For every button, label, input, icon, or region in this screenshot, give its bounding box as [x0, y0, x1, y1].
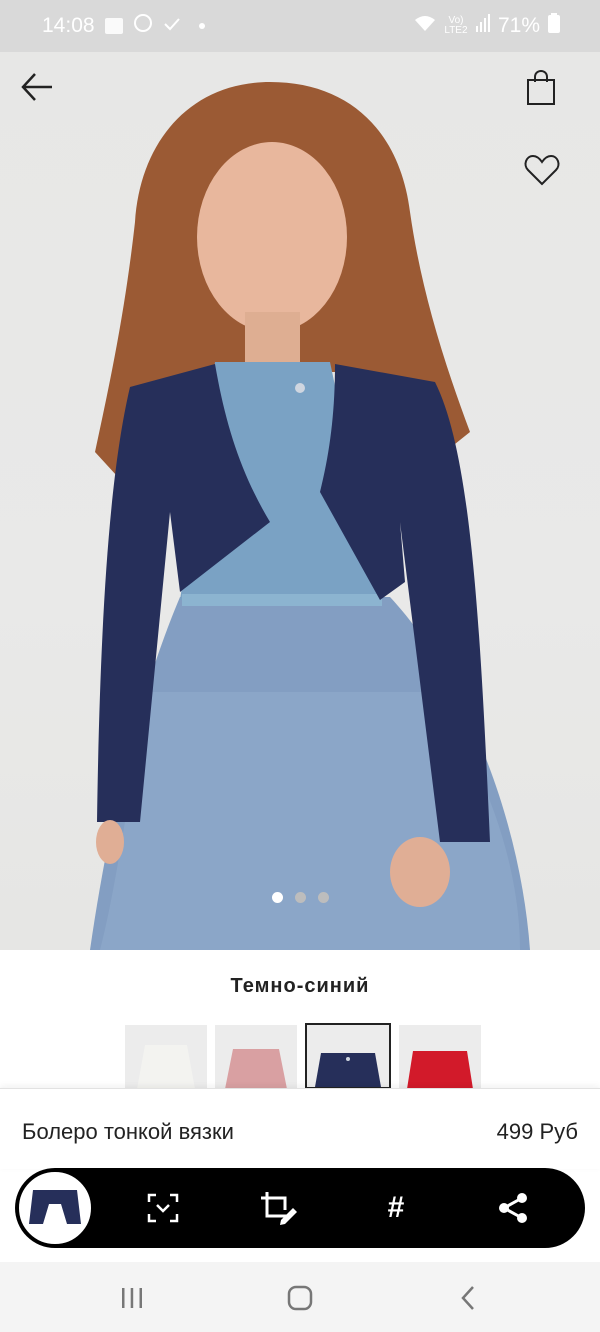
scan-button[interactable]	[143, 1188, 183, 1228]
system-nav-bar	[0, 1262, 600, 1332]
pager-dot-1[interactable]	[271, 892, 283, 903]
home-icon	[287, 1285, 313, 1311]
back-chevron-icon	[461, 1286, 474, 1310]
pager-dot-2[interactable]	[294, 892, 306, 903]
hashtag-button[interactable]: #	[376, 1188, 416, 1228]
home-button[interactable]	[280, 1280, 320, 1316]
swatch-navy[interactable]	[305, 1023, 391, 1089]
product-price: 499 Руб	[496, 1119, 578, 1144]
check-icon	[163, 14, 181, 38]
back-arrow-icon	[21, 73, 52, 101]
recent-apps-button[interactable]	[112, 1280, 152, 1316]
wifi-icon	[414, 14, 436, 38]
image-pager[interactable]	[0, 892, 600, 903]
shopping-bag-button[interactable]	[526, 70, 566, 114]
battery-percent: 71%	[497, 14, 540, 37]
back-button[interactable]	[20, 72, 64, 112]
product-photo-illustration	[90, 82, 530, 950]
shopping-bag-icon	[527, 70, 555, 105]
status-time: 14:08	[42, 14, 95, 37]
product-image[interactable]	[0, 52, 600, 950]
favorite-button[interactable]	[524, 154, 568, 194]
thumbnail-image	[21, 1174, 89, 1242]
color-swatches	[125, 1023, 481, 1089]
scan-icon	[147, 1193, 179, 1223]
share-icon	[499, 1193, 527, 1223]
selected-color-name: Темно-синий	[230, 975, 370, 997]
screenshot-thumbnail[interactable]	[19, 1172, 91, 1244]
share-button[interactable]	[493, 1188, 533, 1228]
status-bar: 14:08 Vo) LTE2 71%	[0, 0, 600, 52]
pager-dot-3[interactable]	[317, 892, 329, 903]
signal-icon	[475, 14, 490, 38]
swatch-white[interactable]	[125, 1025, 207, 1089]
heart-icon	[524, 154, 560, 186]
crop-edit-icon	[261, 1192, 297, 1225]
product-name: Болеро тонкой вязки	[22, 1119, 234, 1144]
network-type: Vo) LTE2	[444, 15, 468, 36]
crop-edit-button[interactable]	[259, 1188, 299, 1228]
product-info-bar: Болеро тонкой вязки 499 Руб	[0, 1088, 600, 1169]
swatch-red[interactable]	[399, 1025, 481, 1089]
gallery-icon	[104, 18, 123, 34]
floating-toolbar: #	[15, 1168, 585, 1248]
recent-apps-icon	[122, 1288, 142, 1308]
battery-icon	[548, 13, 560, 39]
back-nav-button[interactable]	[448, 1280, 488, 1316]
viber-icon	[133, 13, 153, 39]
swatch-pink[interactable]	[215, 1025, 297, 1089]
notification-dot-icon	[198, 23, 205, 29]
